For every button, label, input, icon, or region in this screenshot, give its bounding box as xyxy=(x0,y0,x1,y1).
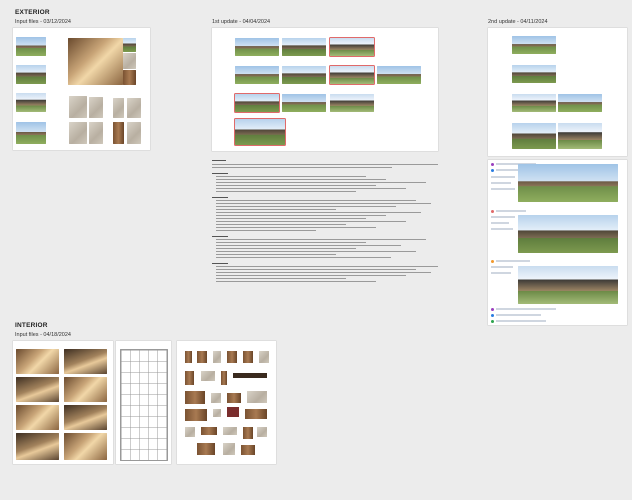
moodboard-photo[interactable] xyxy=(68,38,123,85)
furniture-item[interactable] xyxy=(197,351,207,363)
material-swatch[interactable] xyxy=(127,98,141,118)
material-swatch[interactable] xyxy=(69,96,87,118)
exterior-input-board[interactable] xyxy=(13,28,150,150)
exterior-section-title: EXTERIOR xyxy=(15,9,50,16)
reference-photo[interactable] xyxy=(16,93,46,112)
furniture-item[interactable] xyxy=(233,373,267,378)
furniture-item[interactable] xyxy=(227,407,239,417)
material-swatch[interactable] xyxy=(69,122,87,144)
material-swatch[interactable] xyxy=(127,122,141,144)
chat-render-image[interactable] xyxy=(518,266,618,304)
render-thumbnail[interactable] xyxy=(234,93,280,113)
exterior-update2-label: 2nd update - 04/11/2024 xyxy=(488,19,548,25)
furniture-board[interactable] xyxy=(177,341,276,464)
render-thumbnail[interactable] xyxy=(512,94,556,112)
interior-photo[interactable] xyxy=(16,377,59,402)
exterior-update1-board[interactable] xyxy=(212,28,438,151)
furniture-item[interactable] xyxy=(197,443,215,455)
floor-plan-drawing[interactable] xyxy=(120,349,168,461)
chat-render-image[interactable] xyxy=(518,164,618,202)
render-thumbnail[interactable] xyxy=(234,118,286,146)
render-thumbnail[interactable] xyxy=(329,37,375,57)
render-thumbnail[interactable] xyxy=(235,38,279,56)
review-chat-panel[interactable] xyxy=(488,160,627,325)
interior-photo[interactable] xyxy=(16,433,59,460)
furniture-item[interactable] xyxy=(221,371,227,385)
furniture-item[interactable] xyxy=(243,351,253,363)
moodboard-photo[interactable] xyxy=(123,38,136,52)
furniture-item[interactable] xyxy=(185,391,205,404)
exterior-update2-board[interactable] xyxy=(488,28,627,156)
material-swatch[interactable] xyxy=(89,122,103,144)
render-thumbnail[interactable] xyxy=(282,38,326,56)
chat-render-image[interactable] xyxy=(518,215,618,253)
exterior-input-files-label: Input files - 03/12/2024 xyxy=(15,19,71,25)
furniture-item[interactable] xyxy=(185,427,195,437)
moodboard-photo[interactable] xyxy=(123,70,136,85)
furniture-item[interactable] xyxy=(247,391,267,403)
material-swatch[interactable] xyxy=(113,98,124,118)
material-swatch[interactable] xyxy=(89,97,103,118)
furniture-item[interactable] xyxy=(185,351,192,363)
interior-photo[interactable] xyxy=(16,349,59,374)
reference-photo[interactable] xyxy=(16,65,46,84)
render-thumbnail[interactable] xyxy=(329,65,375,85)
furniture-item[interactable] xyxy=(213,409,221,417)
furniture-item[interactable] xyxy=(201,371,215,381)
furniture-item[interactable] xyxy=(211,393,221,403)
furniture-item[interactable] xyxy=(257,427,267,437)
interior-photo[interactable] xyxy=(64,433,107,460)
interior-photo[interactable] xyxy=(64,377,107,402)
furniture-item[interactable] xyxy=(185,371,194,385)
render-thumbnail[interactable] xyxy=(558,123,602,149)
render-thumbnail[interactable] xyxy=(512,65,556,83)
render-thumbnail[interactable] xyxy=(330,94,374,112)
furniture-item[interactable] xyxy=(227,393,241,403)
interior-section-title: INTERIOR xyxy=(15,322,48,329)
render-thumbnail[interactable] xyxy=(558,94,602,112)
interior-input-files-label: Input files - 04/18/2024 xyxy=(15,332,71,338)
furniture-item[interactable] xyxy=(185,409,207,421)
interior-photo[interactable] xyxy=(64,349,107,374)
furniture-item[interactable] xyxy=(213,351,221,363)
reference-photo[interactable] xyxy=(16,122,46,144)
interior-photo[interactable] xyxy=(16,405,59,430)
furniture-item[interactable] xyxy=(223,443,235,455)
interior-photo[interactable] xyxy=(64,405,107,430)
moodboard-photo[interactable] xyxy=(123,53,136,69)
render-thumbnail[interactable] xyxy=(282,66,326,84)
furniture-item[interactable] xyxy=(227,351,237,363)
furniture-item[interactable] xyxy=(223,427,237,435)
floor-plan-board[interactable] xyxy=(116,341,171,464)
furniture-item[interactable] xyxy=(259,351,269,363)
render-thumbnail[interactable] xyxy=(235,66,279,84)
render-thumbnail[interactable] xyxy=(512,36,556,54)
material-swatch[interactable] xyxy=(113,122,124,144)
render-thumbnail[interactable] xyxy=(282,94,326,112)
furniture-item[interactable] xyxy=(241,445,255,455)
render-thumbnail[interactable] xyxy=(377,66,421,84)
exterior-update1-label: 1st update - 04/04/2024 xyxy=(212,19,271,25)
furniture-item[interactable] xyxy=(245,409,267,419)
furniture-item[interactable] xyxy=(243,427,253,439)
render-thumbnail[interactable] xyxy=(512,123,556,149)
feedback-notes xyxy=(212,160,442,310)
interior-photos-board[interactable] xyxy=(13,341,113,464)
furniture-item[interactable] xyxy=(201,427,217,435)
reference-photo[interactable] xyxy=(16,37,46,56)
